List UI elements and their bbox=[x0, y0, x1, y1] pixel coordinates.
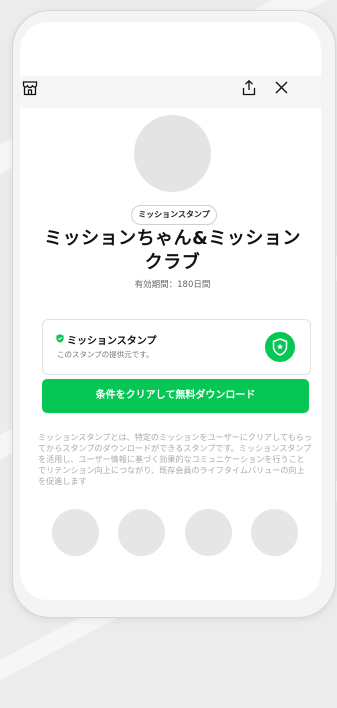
validity-period: 有効期間：180日間 bbox=[134, 280, 211, 290]
sticker-main-image bbox=[134, 115, 211, 192]
sticker-thumbnail[interactable] bbox=[52, 509, 99, 556]
provider-description: このスタンプの提供元です。 bbox=[57, 350, 154, 359]
sticker-title: ミッションちゃん&ミッション クラブ bbox=[22, 227, 323, 275]
free-download-button[interactable]: 条件をクリアして無料ダウンロード bbox=[42, 379, 309, 413]
sticker-title-line1: ミッションちゃん&ミッション bbox=[44, 228, 301, 249]
sticker-thumbnail[interactable] bbox=[185, 509, 232, 556]
mission-sticker-description: ミッションスタンプとは、特定のミッションをユーザーにクリアしてもらってからスタン… bbox=[38, 432, 312, 486]
sticker-title-line2: クラブ bbox=[144, 252, 201, 273]
close-icon[interactable] bbox=[274, 80, 289, 95]
provider-name: ミッションスタンプ bbox=[67, 336, 157, 347]
store-icon[interactable] bbox=[22, 80, 38, 96]
sticker-type-badge: ミッションスタンプ bbox=[131, 205, 217, 225]
sticker-thumbnail[interactable] bbox=[251, 509, 298, 556]
shield-check-icon bbox=[56, 334, 64, 343]
share-icon[interactable] bbox=[241, 79, 257, 96]
sticker-thumbnail[interactable] bbox=[118, 509, 165, 556]
shield-star-icon bbox=[265, 332, 295, 362]
provider-card[interactable]: ミッションスタンプ このスタンプの提供元です。 bbox=[42, 319, 311, 375]
